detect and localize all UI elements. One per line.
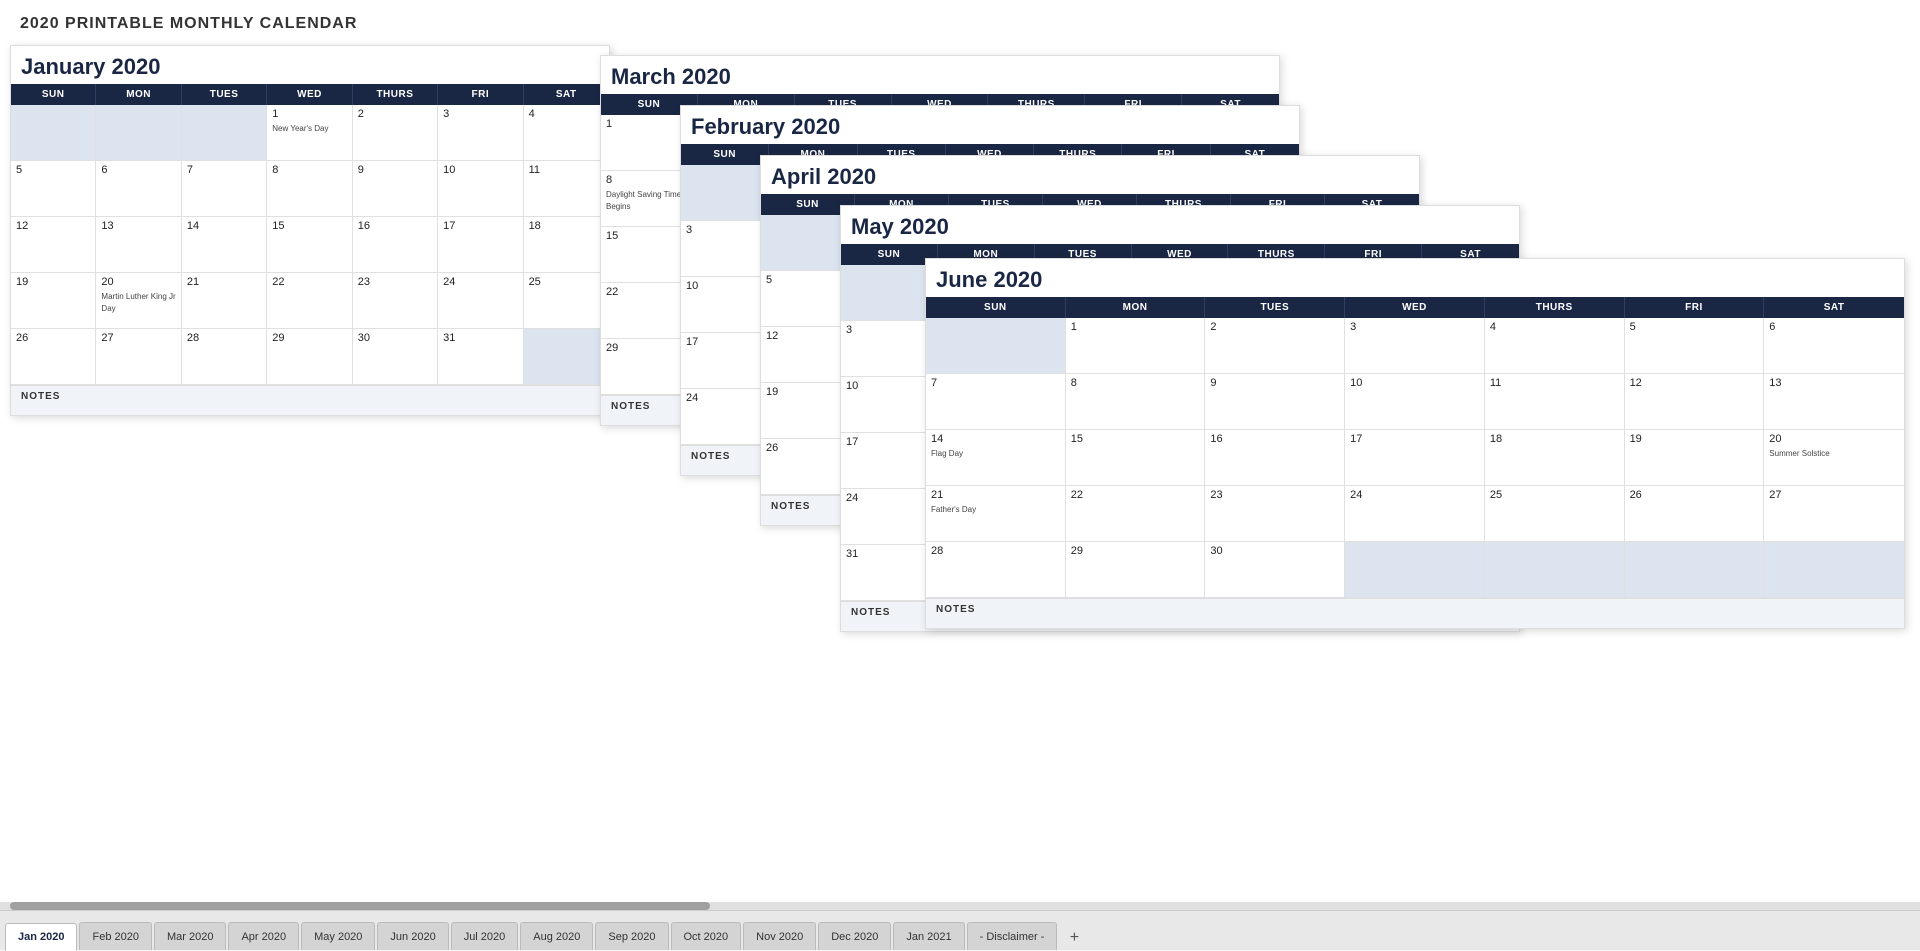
- main-container: 2020 PRINTABLE MONTHLY CALENDAR January …: [0, 0, 1920, 910]
- tab-disclaimer[interactable]: - Disclaimer -: [967, 922, 1058, 950]
- jan-cell-31: 31: [438, 329, 523, 384]
- january-title: January 2020: [11, 46, 609, 84]
- horizontal-scrollbar[interactable]: [0, 902, 1920, 910]
- jan-cell-empty-end: [524, 329, 609, 384]
- february-title: February 2020: [681, 106, 1299, 144]
- tab-jan-2021[interactable]: Jan 2021: [893, 922, 964, 950]
- jan-cell-30: 30: [353, 329, 438, 384]
- calendar-january: January 2020 SUN MON TUES WED THURS FRI …: [10, 45, 610, 416]
- jan-hdr-thu: THURS: [353, 84, 438, 105]
- jan-cell-28: 28: [182, 329, 267, 384]
- page-title: 2020 PRINTABLE MONTHLY CALENDAR: [20, 15, 1900, 33]
- jan-cell-21: 21: [182, 273, 267, 328]
- jan-cell-18: 18: [524, 217, 609, 272]
- jan-hdr-wed: WED: [267, 84, 352, 105]
- jan-cell-5: 5: [11, 161, 96, 216]
- jan-cell-19: 19: [11, 273, 96, 328]
- jan-cell-16: 16: [353, 217, 438, 272]
- jan-cell-3: 3: [438, 105, 523, 160]
- jan-cell-14: 14: [182, 217, 267, 272]
- calendar-june: June 2020 SUN MON TUES WED THURS FRI SAT…: [925, 258, 1905, 629]
- jan-cell-11: 11: [524, 161, 609, 216]
- jan-cell-24: 24: [438, 273, 523, 328]
- jan-row-2: 5 6 7 8 9 10 11: [11, 161, 609, 217]
- tab-may-2020[interactable]: May 2020: [301, 922, 375, 950]
- jan-row-4: 19 20Martin Luther King Jr Day 21 22 23 …: [11, 273, 609, 329]
- jan-cell-2: 2: [353, 105, 438, 160]
- jan-cell-9: 9: [353, 161, 438, 216]
- jan-row-3: 12 13 14 15 16 17 18: [11, 217, 609, 273]
- april-title: April 2020: [761, 156, 1419, 194]
- may-title: May 2020: [841, 206, 1519, 244]
- jan-cell-7: 7: [182, 161, 267, 216]
- tab-sep-2020[interactable]: Sep 2020: [595, 922, 668, 950]
- jan-cell-20: 20Martin Luther King Jr Day: [96, 273, 181, 328]
- scroll-thumb[interactable]: [10, 902, 710, 910]
- jan-hdr-tue: TUES: [182, 84, 267, 105]
- jan-cell-29: 29: [267, 329, 352, 384]
- jan-cell-empty2: [96, 105, 181, 160]
- tab-dec-2020[interactable]: Dec 2020: [818, 922, 891, 950]
- tab-bar: Jan 2020 Feb 2020 Mar 2020 Apr 2020 May …: [0, 910, 1920, 950]
- june-notes: NOTES: [926, 598, 1904, 628]
- january-notes: NOTES: [11, 385, 609, 415]
- jan-cell-23: 23: [353, 273, 438, 328]
- jan-hdr-fri: FRI: [438, 84, 523, 105]
- tab-nov-2020[interactable]: Nov 2020: [743, 922, 816, 950]
- march-title: March 2020: [601, 56, 1279, 94]
- feb-hdr-sun: SUN: [681, 144, 769, 165]
- jan-cell-1: 1New Year's Day: [267, 105, 352, 160]
- june-title: June 2020: [926, 259, 1904, 297]
- jan-hdr-sat: SAT: [524, 84, 609, 105]
- jan-cell-empty1: [11, 105, 96, 160]
- jan-cell-13: 13: [96, 217, 181, 272]
- jan-cell-15: 15: [267, 217, 352, 272]
- jan-cell-10: 10: [438, 161, 523, 216]
- tab-jun-2020[interactable]: Jun 2020: [377, 922, 448, 950]
- jan-cell-8: 8: [267, 161, 352, 216]
- jan-cell-22: 22: [267, 273, 352, 328]
- jan-cell-empty3: [182, 105, 267, 160]
- tab-jul-2020[interactable]: Jul 2020: [451, 922, 519, 950]
- jan-cell-26: 26: [11, 329, 96, 384]
- jan-cell-6: 6: [96, 161, 181, 216]
- tab-oct-2020[interactable]: Oct 2020: [671, 922, 742, 950]
- add-tab-button[interactable]: +: [1062, 926, 1086, 950]
- tab-aug-2020[interactable]: Aug 2020: [520, 922, 593, 950]
- june-header: SUN MON TUES WED THURS FRI SAT: [926, 297, 1904, 318]
- jan-row-1: 1New Year's Day 2 3 4: [11, 105, 609, 161]
- tab-jan-2020[interactable]: Jan 2020: [5, 923, 77, 951]
- jan-cell-17: 17: [438, 217, 523, 272]
- jan-cell-25: 25: [524, 273, 609, 328]
- jan-cell-12: 12: [11, 217, 96, 272]
- tab-apr-2020[interactable]: Apr 2020: [228, 922, 299, 950]
- tab-mar-2020[interactable]: Mar 2020: [154, 922, 226, 950]
- jan-cell-27: 27: [96, 329, 181, 384]
- jan-cell-4: 4: [524, 105, 609, 160]
- jan-hdr-sun: SUN: [11, 84, 96, 105]
- jan-row-5: 26 27 28 29 30 31: [11, 329, 609, 385]
- jan-hdr-mon: MON: [96, 84, 181, 105]
- tab-feb-2020[interactable]: Feb 2020: [79, 922, 151, 950]
- january-header: SUN MON TUES WED THURS FRI SAT: [11, 84, 609, 105]
